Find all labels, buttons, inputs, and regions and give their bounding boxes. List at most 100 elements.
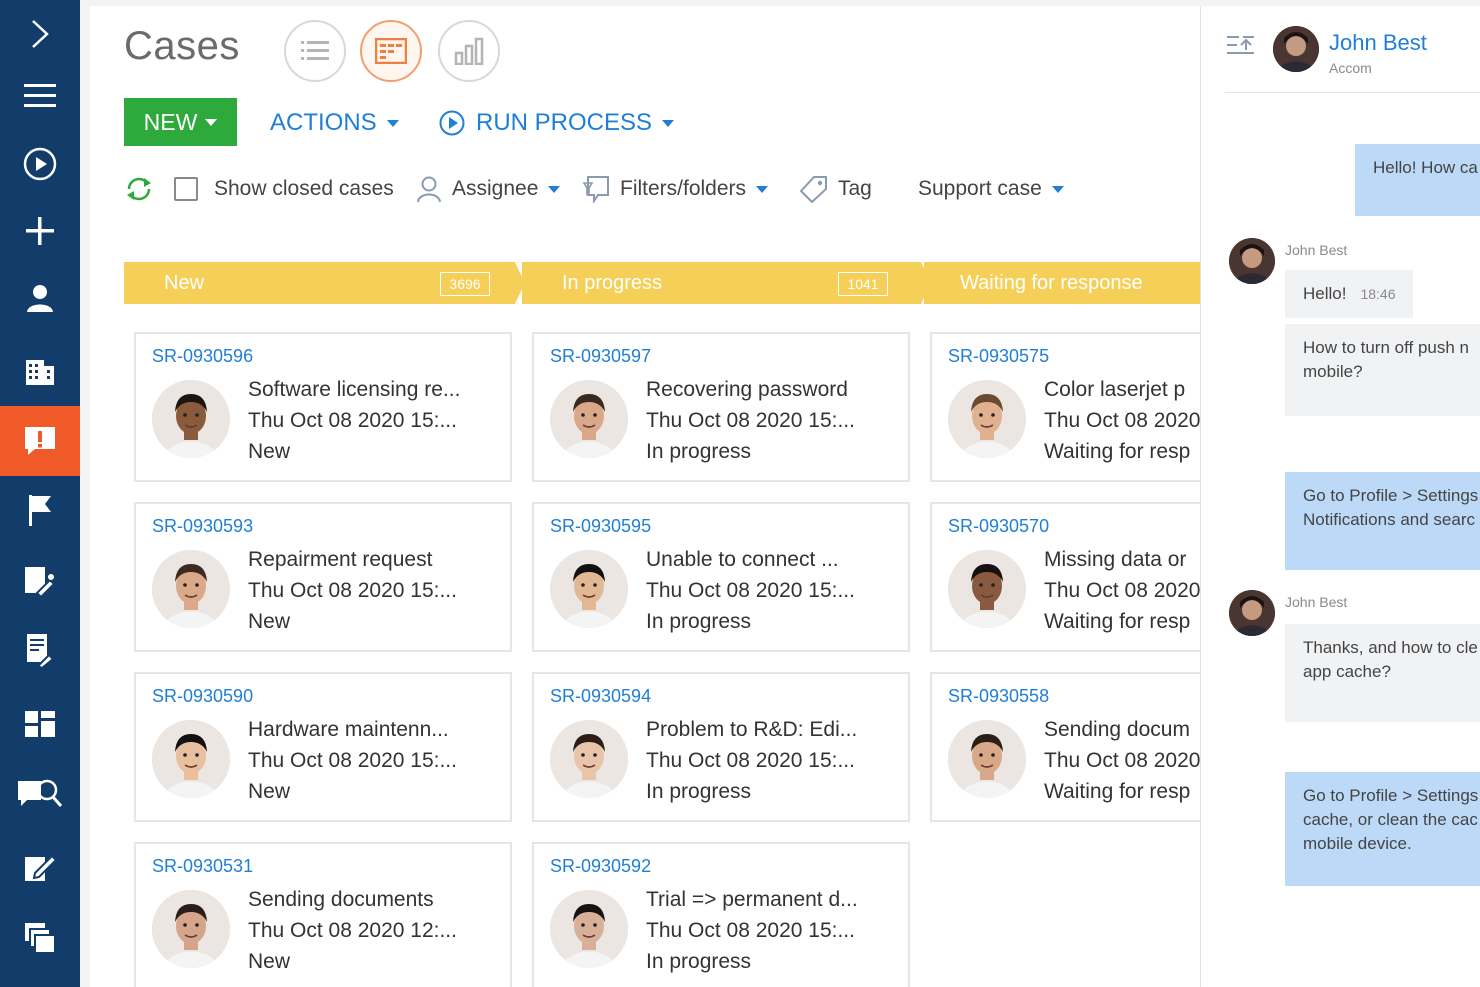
avatar-image bbox=[152, 380, 230, 458]
files-button[interactable] bbox=[0, 904, 80, 972]
stage-label: In progress bbox=[562, 271, 663, 294]
expand-sidebar-button[interactable] bbox=[0, 0, 80, 68]
contact-account: Accom bbox=[1329, 60, 1372, 76]
case-card[interactable]: SR-0930596 Software licensing re... Thu Oc… bbox=[134, 332, 512, 482]
support-case-menu[interactable]: Support case bbox=[918, 172, 1064, 206]
play-circle-icon bbox=[23, 147, 57, 181]
message-text: cache, or clean the cac bbox=[1303, 810, 1478, 829]
avatar bbox=[152, 720, 230, 798]
stage-count-badge: 1041 bbox=[838, 272, 888, 296]
board-view-icon bbox=[375, 38, 407, 64]
tag-label: Tag bbox=[838, 177, 872, 200]
processes-button[interactable] bbox=[0, 130, 80, 198]
avatar bbox=[1229, 590, 1275, 636]
case-number-link[interactable]: SR-0930593 bbox=[152, 516, 253, 537]
case-card[interactable]: SR-0930597 Recovering password Thu Oct 08 … bbox=[532, 332, 910, 482]
assignee-label: Assignee bbox=[452, 177, 539, 200]
documents-button[interactable] bbox=[0, 832, 80, 900]
case-number-link[interactable]: SR-0930592 bbox=[550, 856, 651, 877]
case-card[interactable]: SR-0930594 Problem to R&D: Edi... Thu Oct … bbox=[532, 672, 910, 822]
list-view-button[interactable] bbox=[284, 20, 346, 82]
analytics-view-button[interactable] bbox=[438, 20, 500, 82]
case-card[interactable]: SR-0930590 Hardware maintenn... Thu Oct 08… bbox=[134, 672, 512, 822]
dashboards-button[interactable] bbox=[0, 690, 80, 758]
case-date: Thu Oct 08 2020 15:... bbox=[248, 579, 457, 602]
outgoing-message: Hello! How ca bbox=[1355, 144, 1480, 216]
stage-new[interactable]: New 3696 bbox=[124, 262, 518, 304]
case-number-link[interactable]: SR-0930590 bbox=[152, 686, 253, 707]
case-card[interactable]: SR-0930531 Sending documents Thu Oct 08 20… bbox=[134, 842, 512, 987]
chat-search-icon bbox=[18, 779, 63, 807]
contacts-button[interactable] bbox=[0, 264, 80, 332]
actions-menu[interactable]: ACTIONS bbox=[270, 106, 399, 140]
assignee-filter[interactable]: Assignee bbox=[416, 172, 561, 206]
message-time: 18:46 bbox=[1360, 286, 1396, 302]
case-card[interactable]: SR-0930570 Missing data or Thu Oct 08 2020… bbox=[930, 502, 1200, 652]
avatar bbox=[550, 380, 628, 458]
alert-chat-icon bbox=[25, 427, 55, 455]
stage-label: New bbox=[164, 271, 205, 294]
filters-folders-menu[interactable]: Filters/folders bbox=[582, 172, 769, 206]
case-card[interactable]: SR-0930592 Trial => permanent d... Thu Oct… bbox=[532, 842, 910, 987]
avatar-image bbox=[550, 720, 628, 798]
run-process-menu[interactable]: RUN PROCESS bbox=[438, 106, 675, 140]
message-author: John Best bbox=[1285, 242, 1348, 258]
avatar bbox=[152, 550, 230, 628]
menu-button[interactable] bbox=[0, 62, 80, 130]
case-number-link[interactable]: SR-0930575 bbox=[948, 346, 1049, 367]
add-button[interactable] bbox=[0, 197, 80, 265]
case-number-link[interactable]: SR-0930597 bbox=[550, 346, 651, 367]
new-button[interactable]: NEW bbox=[124, 98, 237, 146]
wrench-doc-icon bbox=[25, 567, 56, 597]
avatar bbox=[948, 380, 1026, 458]
avatar-image bbox=[152, 550, 230, 628]
case-status: In progress bbox=[646, 440, 752, 463]
case-date: Thu Oct 08 2020 15:... bbox=[646, 409, 855, 432]
chevron-down-icon bbox=[1051, 185, 1064, 193]
cases-button[interactable] bbox=[0, 406, 80, 476]
case-card[interactable]: SR-0930593 Repairment request Thu Oct 08 2… bbox=[134, 502, 512, 652]
contact-name[interactable]: John Best bbox=[1329, 30, 1427, 56]
message-text: mobile? bbox=[1303, 362, 1363, 381]
case-status: In progress bbox=[646, 950, 752, 973]
case-subject: Repairment request bbox=[248, 548, 433, 571]
case-number-link[interactable]: SR-0930570 bbox=[948, 516, 1049, 537]
tag-filter[interactable]: Tag bbox=[800, 172, 872, 206]
case-subject: Recovering password bbox=[646, 378, 848, 401]
case-status: In progress bbox=[646, 610, 752, 633]
case-subject: Unable to connect ... bbox=[646, 548, 839, 571]
case-subject: Trial => permanent d... bbox=[646, 888, 858, 911]
case-number-link[interactable]: SR-0930531 bbox=[152, 856, 253, 877]
case-number-link[interactable]: SR-0930596 bbox=[152, 346, 253, 367]
case-card[interactable]: SR-0930595 Unable to connect ... Thu Oct 0… bbox=[532, 502, 910, 652]
stage-waiting-for-response[interactable]: Waiting for response bbox=[924, 262, 1200, 304]
show-closed-checkbox[interactable] bbox=[174, 177, 198, 201]
case-card[interactable]: SR-0930558 Sending docum Thu Oct 08 2020 Wa… bbox=[930, 672, 1200, 822]
avatar bbox=[1229, 238, 1275, 284]
case-status: New bbox=[248, 440, 291, 463]
collapse-panel-icon[interactable] bbox=[1227, 34, 1255, 56]
case-date: Thu Oct 08 2020 bbox=[1044, 579, 1200, 602]
message-text: Hello! 18:46 bbox=[1303, 284, 1396, 303]
case-number-link[interactable]: SR-0930558 bbox=[948, 686, 1049, 707]
case-number-link[interactable]: SR-0930594 bbox=[550, 686, 651, 707]
case-date: Thu Oct 08 2020 15:... bbox=[248, 409, 457, 432]
board-view-button[interactable] bbox=[360, 20, 422, 82]
case-card[interactable]: SR-0930575 Color laserjet p Thu Oct 08 202… bbox=[930, 332, 1200, 482]
service-requests-button[interactable] bbox=[0, 546, 80, 614]
stage-in-progress[interactable]: In progress 1041 bbox=[522, 262, 918, 304]
chevron-down-icon bbox=[548, 185, 561, 193]
activities-button[interactable] bbox=[0, 476, 80, 544]
contact-avatar[interactable] bbox=[1273, 26, 1319, 72]
search-knowledge-button[interactable] bbox=[0, 760, 80, 828]
refresh-button[interactable] bbox=[124, 172, 154, 206]
knowledge-base-button[interactable] bbox=[0, 616, 80, 684]
show-closed-cases-toggle[interactable]: Show closed cases bbox=[174, 172, 394, 206]
message-text: How to turn off push n bbox=[1303, 338, 1470, 357]
accounts-button[interactable] bbox=[0, 336, 80, 404]
play-circle-icon bbox=[439, 110, 465, 136]
outgoing-message: Go to Profile > Settings cache, or clean … bbox=[1285, 772, 1480, 886]
stage-label: Waiting for response bbox=[960, 271, 1143, 294]
tag-icon bbox=[800, 176, 827, 203]
case-number-link[interactable]: SR-0930595 bbox=[550, 516, 651, 537]
